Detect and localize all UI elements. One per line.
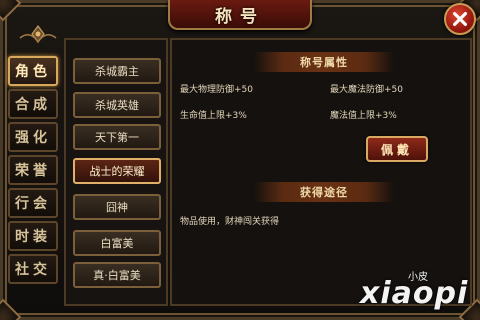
- ornament-icon: [19, 25, 57, 44]
- attribute-text: 生命值上限+3%: [180, 111, 247, 121]
- title-item[interactable]: 杀城英雄: [73, 92, 161, 118]
- window-title: 称号: [215, 6, 265, 27]
- title-item[interactable]: 天下第一: [73, 124, 161, 150]
- attribute-text: 最大物理防御+50: [180, 85, 253, 95]
- acquire-heading: 获得途径: [254, 182, 394, 202]
- title-item[interactable]: 白富美: [73, 230, 161, 256]
- close-x-icon: [453, 12, 467, 26]
- wear-button-label: 佩戴: [380, 142, 413, 157]
- close-button[interactable]: [444, 3, 476, 35]
- title-item-label: 囧神: [106, 201, 128, 214]
- title-item-label: 天下第一: [95, 131, 139, 144]
- category-tabs: 角色 合成 强化 荣誉 行会 时装 社交: [8, 56, 60, 287]
- title-item[interactable]: 囧神: [73, 194, 161, 220]
- title-item-label: 战士的荣耀: [89, 165, 145, 178]
- title-item[interactable]: 真·白富美: [73, 262, 161, 288]
- acquire-text: 物品使用，财神闯关获得: [180, 217, 280, 227]
- title-item-label: 杀城霸主: [95, 65, 139, 78]
- attribute-text: 最大魔法防御+50: [330, 85, 403, 95]
- tab-social[interactable]: 社交: [8, 254, 58, 284]
- acquire-heading-text: 获得途径: [300, 186, 348, 199]
- tab-label: 行会: [15, 196, 51, 212]
- tab-enhance[interactable]: 强化: [8, 122, 58, 152]
- title-item-selected[interactable]: 战士的荣耀: [73, 158, 161, 184]
- tab-fashion[interactable]: 时装: [8, 221, 58, 251]
- tab-guild[interactable]: 行会: [8, 188, 58, 218]
- tab-label: 社交: [15, 262, 51, 278]
- tab-honor[interactable]: 荣誉: [8, 155, 58, 185]
- wear-button[interactable]: 佩戴: [366, 136, 428, 162]
- tab-synthesis[interactable]: 合成: [8, 89, 58, 119]
- title-item-label: 白富美: [100, 237, 134, 250]
- tab-label: 强化: [15, 130, 51, 146]
- title-item-label: 真·白富美: [93, 269, 141, 282]
- tab-character[interactable]: 角色: [8, 56, 58, 86]
- title-detail-panel: 称号属性 最大物理防御+50 最大魔法防御+50 生命值上限+3% 魔法值上限+…: [170, 38, 472, 306]
- title-item[interactable]: 杀城霸主: [73, 58, 161, 84]
- title-list-panel: 杀城霸主 杀城英雄 天下第一 战士的荣耀 囧神 白富美 真·白富美: [64, 38, 168, 306]
- attribute-text: 魔法值上限+3%: [330, 111, 397, 121]
- attributes-heading-text: 称号属性: [300, 56, 348, 69]
- watermark-logo: xiaopi: [360, 276, 469, 311]
- tab-label: 荣誉: [15, 163, 51, 179]
- tab-label: 合成: [15, 97, 51, 113]
- window-title-plaque: 称号: [168, 0, 312, 30]
- tab-label: 时装: [15, 229, 51, 245]
- attributes-heading: 称号属性: [254, 52, 394, 72]
- tab-label: 角色: [15, 64, 51, 80]
- title-item-label: 杀城英雄: [95, 99, 139, 112]
